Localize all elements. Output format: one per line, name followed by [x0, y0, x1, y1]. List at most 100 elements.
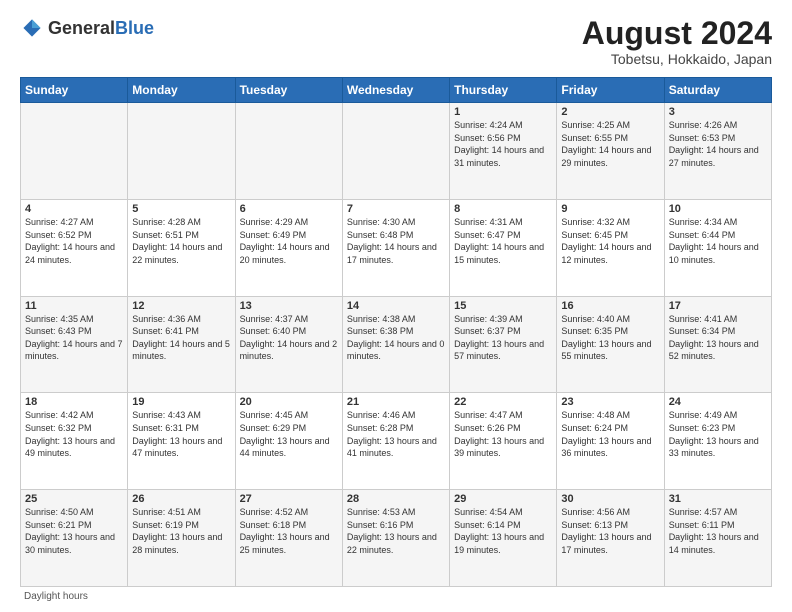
footer-note: Daylight hours [20, 591, 772, 602]
day-info: Sunrise: 4:47 AM Sunset: 6:26 PM Dayligh… [454, 409, 552, 459]
calendar-cell: 7Sunrise: 4:30 AM Sunset: 6:48 PM Daylig… [342, 199, 449, 296]
calendar-cell: 31Sunrise: 4:57 AM Sunset: 6:11 PM Dayli… [664, 490, 771, 587]
day-info: Sunrise: 4:49 AM Sunset: 6:23 PM Dayligh… [669, 409, 767, 459]
day-info: Sunrise: 4:57 AM Sunset: 6:11 PM Dayligh… [669, 506, 767, 556]
day-info: Sunrise: 4:29 AM Sunset: 6:49 PM Dayligh… [240, 216, 338, 266]
calendar-week-4: 25Sunrise: 4:50 AM Sunset: 6:21 PM Dayli… [21, 490, 772, 587]
day-info: Sunrise: 4:50 AM Sunset: 6:21 PM Dayligh… [25, 506, 123, 556]
day-info: Sunrise: 4:52 AM Sunset: 6:18 PM Dayligh… [240, 506, 338, 556]
calendar-cell: 19Sunrise: 4:43 AM Sunset: 6:31 PM Dayli… [128, 393, 235, 490]
header-tuesday: Tuesday [235, 78, 342, 103]
day-info: Sunrise: 4:38 AM Sunset: 6:38 PM Dayligh… [347, 313, 445, 363]
day-number: 23 [561, 396, 659, 408]
day-number: 26 [132, 493, 230, 505]
day-number: 5 [132, 203, 230, 215]
day-number: 21 [347, 396, 445, 408]
logo: GeneralBlue [20, 16, 154, 40]
calendar-cell: 11Sunrise: 4:35 AM Sunset: 6:43 PM Dayli… [21, 296, 128, 393]
header-saturday: Saturday [664, 78, 771, 103]
day-number: 25 [25, 493, 123, 505]
day-number: 16 [561, 300, 659, 312]
calendar-cell: 21Sunrise: 4:46 AM Sunset: 6:28 PM Dayli… [342, 393, 449, 490]
calendar-cell: 23Sunrise: 4:48 AM Sunset: 6:24 PM Dayli… [557, 393, 664, 490]
day-info: Sunrise: 4:35 AM Sunset: 6:43 PM Dayligh… [25, 313, 123, 363]
day-number: 1 [454, 106, 552, 118]
calendar-cell: 12Sunrise: 4:36 AM Sunset: 6:41 PM Dayli… [128, 296, 235, 393]
calendar-cell: 3Sunrise: 4:26 AM Sunset: 6:53 PM Daylig… [664, 103, 771, 200]
calendar-cell: 4Sunrise: 4:27 AM Sunset: 6:52 PM Daylig… [21, 199, 128, 296]
day-info: Sunrise: 4:53 AM Sunset: 6:16 PM Dayligh… [347, 506, 445, 556]
logo-icon [20, 16, 44, 40]
calendar-header-row: Sunday Monday Tuesday Wednesday Thursday… [21, 78, 772, 103]
day-number: 7 [347, 203, 445, 215]
calendar-cell: 13Sunrise: 4:37 AM Sunset: 6:40 PM Dayli… [235, 296, 342, 393]
calendar-cell: 20Sunrise: 4:45 AM Sunset: 6:29 PM Dayli… [235, 393, 342, 490]
day-number: 20 [240, 396, 338, 408]
day-info: Sunrise: 4:28 AM Sunset: 6:51 PM Dayligh… [132, 216, 230, 266]
header-thursday: Thursday [450, 78, 557, 103]
calendar-cell: 26Sunrise: 4:51 AM Sunset: 6:19 PM Dayli… [128, 490, 235, 587]
calendar-cell: 24Sunrise: 4:49 AM Sunset: 6:23 PM Dayli… [664, 393, 771, 490]
calendar-cell: 2Sunrise: 4:25 AM Sunset: 6:55 PM Daylig… [557, 103, 664, 200]
day-info: Sunrise: 4:32 AM Sunset: 6:45 PM Dayligh… [561, 216, 659, 266]
day-number: 4 [25, 203, 123, 215]
day-info: Sunrise: 4:41 AM Sunset: 6:34 PM Dayligh… [669, 313, 767, 363]
day-number: 24 [669, 396, 767, 408]
day-info: Sunrise: 4:40 AM Sunset: 6:35 PM Dayligh… [561, 313, 659, 363]
day-info: Sunrise: 4:39 AM Sunset: 6:37 PM Dayligh… [454, 313, 552, 363]
title-block: August 2024 Tobetsu, Hokkaido, Japan [582, 16, 772, 67]
calendar-cell: 28Sunrise: 4:53 AM Sunset: 6:16 PM Dayli… [342, 490, 449, 587]
day-info: Sunrise: 4:54 AM Sunset: 6:14 PM Dayligh… [454, 506, 552, 556]
day-number: 31 [669, 493, 767, 505]
day-number: 8 [454, 203, 552, 215]
day-number: 13 [240, 300, 338, 312]
day-info: Sunrise: 4:27 AM Sunset: 6:52 PM Dayligh… [25, 216, 123, 266]
day-number: 9 [561, 203, 659, 215]
day-number: 3 [669, 106, 767, 118]
calendar-cell: 16Sunrise: 4:40 AM Sunset: 6:35 PM Dayli… [557, 296, 664, 393]
calendar-cell: 15Sunrise: 4:39 AM Sunset: 6:37 PM Dayli… [450, 296, 557, 393]
calendar-cell: 18Sunrise: 4:42 AM Sunset: 6:32 PM Dayli… [21, 393, 128, 490]
calendar-cell: 1Sunrise: 4:24 AM Sunset: 6:56 PM Daylig… [450, 103, 557, 200]
calendar-cell: 10Sunrise: 4:34 AM Sunset: 6:44 PM Dayli… [664, 199, 771, 296]
calendar-subtitle: Tobetsu, Hokkaido, Japan [582, 51, 772, 67]
header-monday: Monday [128, 78, 235, 103]
day-info: Sunrise: 4:30 AM Sunset: 6:48 PM Dayligh… [347, 216, 445, 266]
day-number: 11 [25, 300, 123, 312]
day-number: 6 [240, 203, 338, 215]
day-number: 29 [454, 493, 552, 505]
calendar-week-3: 18Sunrise: 4:42 AM Sunset: 6:32 PM Dayli… [21, 393, 772, 490]
day-info: Sunrise: 4:46 AM Sunset: 6:28 PM Dayligh… [347, 409, 445, 459]
header-wednesday: Wednesday [342, 78, 449, 103]
calendar-cell: 29Sunrise: 4:54 AM Sunset: 6:14 PM Dayli… [450, 490, 557, 587]
day-number: 18 [25, 396, 123, 408]
day-number: 17 [669, 300, 767, 312]
calendar-cell [128, 103, 235, 200]
calendar-cell [21, 103, 128, 200]
page: GeneralBlue August 2024 Tobetsu, Hokkaid… [0, 0, 792, 612]
day-info: Sunrise: 4:31 AM Sunset: 6:47 PM Dayligh… [454, 216, 552, 266]
calendar-cell [235, 103, 342, 200]
logo-general: General [48, 18, 115, 38]
calendar-cell: 5Sunrise: 4:28 AM Sunset: 6:51 PM Daylig… [128, 199, 235, 296]
day-number: 14 [347, 300, 445, 312]
day-info: Sunrise: 4:36 AM Sunset: 6:41 PM Dayligh… [132, 313, 230, 363]
day-number: 2 [561, 106, 659, 118]
day-info: Sunrise: 4:48 AM Sunset: 6:24 PM Dayligh… [561, 409, 659, 459]
calendar-cell: 27Sunrise: 4:52 AM Sunset: 6:18 PM Dayli… [235, 490, 342, 587]
day-info: Sunrise: 4:37 AM Sunset: 6:40 PM Dayligh… [240, 313, 338, 363]
day-number: 28 [347, 493, 445, 505]
day-info: Sunrise: 4:42 AM Sunset: 6:32 PM Dayligh… [25, 409, 123, 459]
day-info: Sunrise: 4:24 AM Sunset: 6:56 PM Dayligh… [454, 119, 552, 169]
day-number: 27 [240, 493, 338, 505]
day-info: Sunrise: 4:34 AM Sunset: 6:44 PM Dayligh… [669, 216, 767, 266]
day-number: 15 [454, 300, 552, 312]
calendar-week-1: 4Sunrise: 4:27 AM Sunset: 6:52 PM Daylig… [21, 199, 772, 296]
day-info: Sunrise: 4:43 AM Sunset: 6:31 PM Dayligh… [132, 409, 230, 459]
calendar-cell [342, 103, 449, 200]
calendar-cell: 30Sunrise: 4:56 AM Sunset: 6:13 PM Dayli… [557, 490, 664, 587]
day-info: Sunrise: 4:25 AM Sunset: 6:55 PM Dayligh… [561, 119, 659, 169]
calendar-cell: 6Sunrise: 4:29 AM Sunset: 6:49 PM Daylig… [235, 199, 342, 296]
calendar-title: August 2024 [582, 16, 772, 51]
calendar-cell: 8Sunrise: 4:31 AM Sunset: 6:47 PM Daylig… [450, 199, 557, 296]
